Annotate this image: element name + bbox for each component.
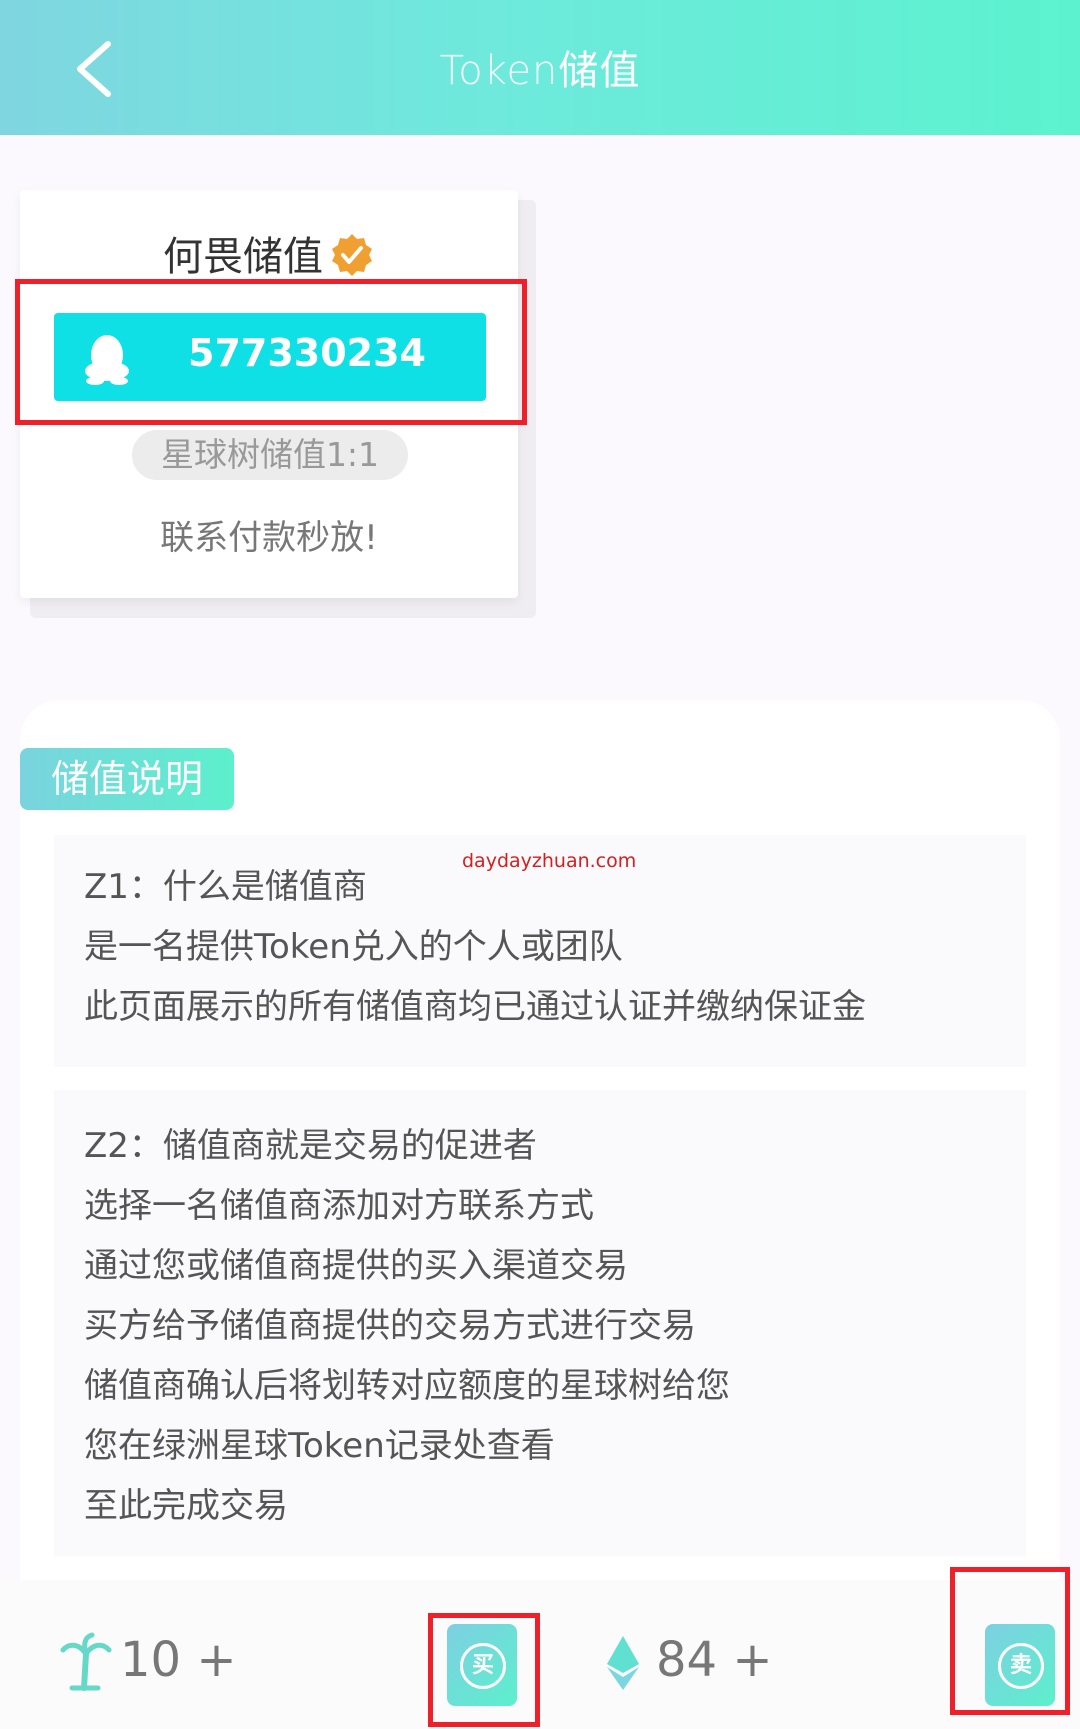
faq-answer-line: 您在绿洲星球Token记录处查看 bbox=[84, 1426, 555, 1466]
section-title: 储值说明 bbox=[20, 748, 234, 810]
faq-answer-line: 是一名提供Token兑入的个人或团队 bbox=[84, 927, 623, 967]
page-title-token: Token bbox=[439, 48, 559, 94]
faq-block-2: Z2：储值商就是交易的促进者 选择一名储值商添加对方联系方式 通过您或储值商提供… bbox=[54, 1090, 1026, 1556]
eth-balance: 84 + bbox=[656, 1632, 773, 1688]
faq-question: Z2：储值商就是交易的促进者 bbox=[84, 1126, 537, 1166]
faq-answer-line: 至此完成交易 bbox=[84, 1486, 288, 1526]
faq-answer-line: 买方给予储值商提供的交易方式进行交易 bbox=[84, 1306, 696, 1346]
tree-balance: 10 + bbox=[120, 1632, 237, 1688]
faq-answer-line: 此页面展示的所有储值商均已通过认证并缴纳保证金 bbox=[84, 987, 866, 1027]
page-title-suffix: 储值 bbox=[558, 48, 641, 94]
page-title: Token储值 bbox=[0, 38, 1080, 96]
merchant-name-text: 何畏储值 bbox=[163, 234, 323, 280]
highlight-box-qq bbox=[15, 279, 527, 425]
rate-badge: 星球树储值1:1 bbox=[132, 430, 408, 480]
ethereum-icon bbox=[607, 1636, 639, 1690]
highlight-box-sell bbox=[950, 1567, 1070, 1715]
highlight-box-buy bbox=[428, 1613, 540, 1727]
faq-answer-line: 储值商确认后将划转对应额度的星球树给您 bbox=[84, 1366, 730, 1406]
faq-answer-line: 通过您或储值商提供的买入渠道交易 bbox=[84, 1246, 628, 1286]
top-navigation-bar: Token储值 bbox=[0, 0, 1080, 135]
verified-badge-icon bbox=[332, 234, 372, 276]
palm-tree-icon bbox=[60, 1632, 112, 1691]
merchant-name: 何畏储值 bbox=[20, 224, 518, 282]
contact-note: 联系付款秒放! bbox=[160, 518, 378, 558]
faq-answer-line: 选择一名储值商添加对方联系方式 bbox=[84, 1186, 594, 1226]
watermark-text: daydayzhuan.com bbox=[462, 850, 637, 872]
